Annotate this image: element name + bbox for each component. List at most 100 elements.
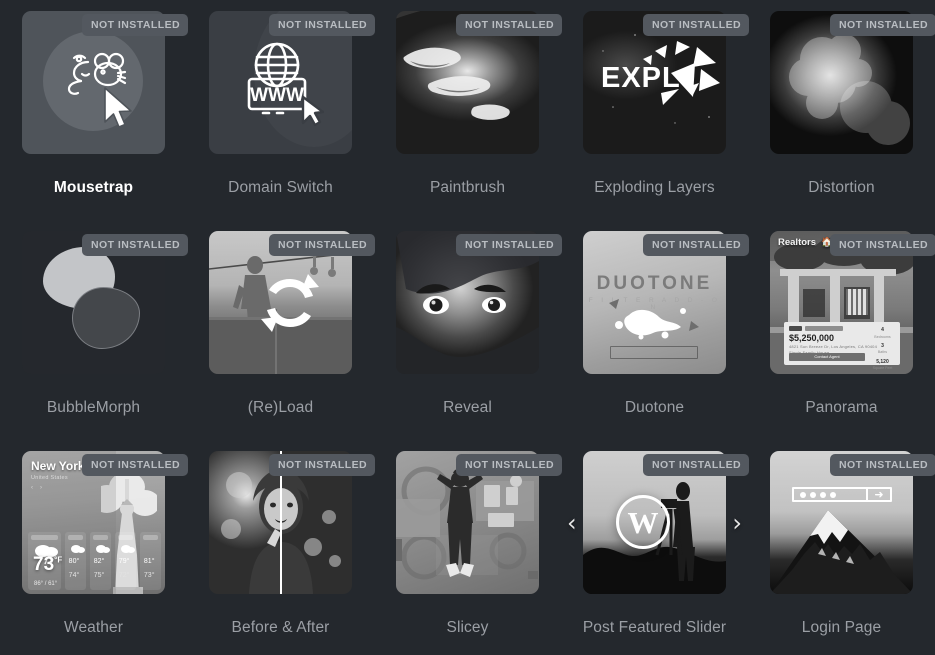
slider-next-arrow[interactable]: ›	[732, 511, 742, 535]
status-badge: NOT INSTALLED	[830, 14, 935, 36]
status-badge: NOT INSTALLED	[643, 454, 750, 476]
stat-item: 5,120 Square Feet	[872, 358, 893, 371]
addon-card-slicey[interactable]: NOT INSTALLED Slicey	[374, 440, 563, 655]
forecast-high: 82°	[93, 558, 105, 565]
addon-card-before-after[interactable]: NOT INSTALLED Before & After	[187, 440, 376, 655]
addon-title: (Re)Load	[247, 399, 314, 416]
forecast-high: 80°	[68, 558, 80, 565]
svg-text:WWW: WWW	[250, 85, 304, 106]
duotone-cta-button	[610, 346, 698, 359]
tag-badge	[789, 326, 802, 331]
forecast-day: 81° 73°	[139, 532, 161, 590]
forecast-low: 73°	[143, 572, 155, 579]
password-dots	[800, 491, 836, 498]
refresh-arrows-icon	[260, 273, 319, 332]
addon-thumbnail-slicey[interactable]: NOT INSTALLED	[396, 451, 563, 594]
addon-title: Exploding Layers	[594, 179, 715, 196]
realtors-brand-label: Realtors	[778, 237, 817, 248]
addon-thumbnail-weather[interactable]: New York United States ‹› 73°F 86° / 61°…	[22, 451, 189, 594]
addon-title: Distortion	[808, 179, 875, 196]
status-badge: NOT INSTALLED	[82, 14, 189, 36]
status-badge: NOT INSTALLED	[456, 454, 563, 476]
weather-country: United States	[31, 475, 68, 481]
status-badge: NOT INSTALLED	[456, 234, 563, 256]
addon-card-panorama[interactable]: Realtors 🏠 $5,250,000 4821 Sun Breeze Dr…	[748, 220, 935, 440]
addon-thumbnail-before-after[interactable]: NOT INSTALLED	[209, 451, 376, 594]
addon-thumbnail-panorama[interactable]: Realtors 🏠 $5,250,000 4821 Sun Breeze Dr…	[770, 231, 935, 374]
weather-range: 86° / 61°	[34, 581, 58, 587]
login-submit-arrow[interactable]: ➜	[866, 489, 890, 501]
tag-label	[805, 326, 843, 331]
addon-title: Panorama	[805, 399, 878, 416]
addon-thumbnail-paintbrush[interactable]: NOT INSTALLED	[396, 11, 563, 154]
wordpress-logo: W	[616, 495, 670, 549]
addon-card-bubblemorph[interactable]: NOT INSTALLED BubbleMorph	[0, 220, 189, 440]
addon-card-duotone[interactable]: DUOTONE F I L T E R A D D - O N NOT INST…	[561, 220, 750, 440]
stat-item: 4 Bedrooms	[874, 327, 891, 339]
addon-title: Reveal	[443, 399, 492, 416]
addons-grid: NOT INSTALLED Mousetrap WWW NOT INSTALLE…	[0, 0, 935, 655]
login-input-bar[interactable]: ➜	[792, 487, 892, 502]
status-badge: NOT INSTALLED	[643, 234, 750, 256]
forecast-day: 82° 75°	[89, 532, 111, 590]
listing-stats: 4Bedrooms 3Baths 5,120Square Feet 4.6Acr…	[869, 327, 896, 374]
addon-card-weather[interactable]: New York United States ‹› 73°F 86° / 61°…	[0, 440, 189, 655]
status-badge: NOT INSTALLED	[830, 234, 935, 256]
slider-prev-arrow[interactable]: ‹	[567, 511, 577, 535]
addon-title: Duotone	[624, 399, 685, 416]
cloud-icon	[70, 545, 85, 553]
listing-card: $5,250,000 4821 Sun Breeze Dr, Los Angel…	[784, 322, 900, 370]
addon-thumbnail-login-page[interactable]: ➜ NOT INSTALLED	[770, 451, 935, 594]
weather-temperature: 73°F	[33, 554, 63, 575]
addon-card-post-featured-slider[interactable]: W ‹ › NOT INSTALLED Post Featured Slider	[561, 440, 750, 655]
status-badge: NOT INSTALLED	[830, 454, 935, 476]
cloud-icon	[120, 545, 135, 553]
addon-thumbnail-exploding-layers[interactable]: EXPL NOT INSTALLED	[583, 11, 750, 154]
weather-nav-arrows: ‹›	[31, 485, 49, 491]
addon-thumbnail-bubblemorph[interactable]: NOT INSTALLED	[22, 231, 189, 374]
dark-blob	[72, 287, 140, 349]
addon-thumbnail-reveal[interactable]: NOT INSTALLED	[396, 231, 563, 374]
forecast-high: 79°	[118, 558, 130, 565]
cloud-icon	[95, 545, 110, 553]
mountain-illustration	[770, 510, 913, 594]
status-badge: NOT INSTALLED	[269, 14, 376, 36]
realtors-brand-bar: Realtors 🏠	[778, 237, 833, 248]
addon-title: Before & After	[231, 619, 330, 636]
addon-card-mousetrap[interactable]: NOT INSTALLED Mousetrap	[0, 0, 189, 220]
addon-thumbnail-mousetrap[interactable]: NOT INSTALLED	[22, 11, 189, 154]
addon-title: Login Page	[801, 619, 882, 636]
svg-text:EXPL: EXPL	[601, 62, 681, 94]
addon-title: BubbleMorph	[46, 399, 141, 416]
weather-city: New York	[31, 459, 85, 473]
addon-thumbnail-post-featured-slider[interactable]: W ‹ › NOT INSTALLED	[567, 451, 750, 594]
cursor-arrow-icon	[104, 87, 132, 128]
addon-card-login-page[interactable]: ➜ NOT INSTALLED Login Page	[748, 440, 935, 655]
addon-thumbnail-domain-switch[interactable]: WWW NOT INSTALLED	[209, 11, 376, 154]
addon-title: Weather	[64, 619, 123, 636]
addon-title: Paintbrush	[429, 179, 506, 196]
addon-title: Mousetrap	[53, 179, 134, 196]
contact-agent-button: Contact Agent	[789, 353, 865, 361]
forecast-low: 75°	[93, 572, 105, 579]
addon-card-reload[interactable]: NOT INSTALLED (Re)Load	[187, 220, 376, 440]
addon-title: Slicey	[446, 619, 489, 636]
forecast-day: 80° 74°	[64, 532, 86, 590]
addon-card-reveal[interactable]: NOT INSTALLED Reveal	[374, 220, 563, 440]
duotone-wordmark: DUOTONE	[596, 273, 713, 294]
status-badge: NOT INSTALLED	[643, 14, 750, 36]
addon-thumbnail-duotone[interactable]: DUOTONE F I L T E R A D D - O N NOT INST…	[583, 231, 750, 374]
addon-title: Domain Switch	[228, 179, 333, 196]
forecast-day: 79° 72°	[114, 532, 136, 590]
forecast-low: 72°	[118, 572, 130, 579]
addon-card-paintbrush[interactable]: NOT INSTALLED Paintbrush	[374, 0, 563, 220]
addon-card-exploding-layers[interactable]: EXPL NOT INSTALLED Exploding Layers	[561, 0, 750, 220]
addon-thumbnail-distortion[interactable]: NOT INSTALLED	[770, 11, 935, 154]
status-badge: NOT INSTALLED	[82, 454, 189, 476]
status-badge: NOT INSTALLED	[82, 234, 189, 256]
addon-card-distortion[interactable]: NOT INSTALLED Distortion	[748, 0, 935, 220]
addon-thumbnail-reload[interactable]: NOT INSTALLED	[209, 231, 376, 374]
status-badge: NOT INSTALLED	[269, 234, 376, 256]
addon-card-domain-switch[interactable]: WWW NOT INSTALLED Domain Switch	[187, 0, 376, 220]
forecast-high: 81°	[143, 558, 155, 565]
